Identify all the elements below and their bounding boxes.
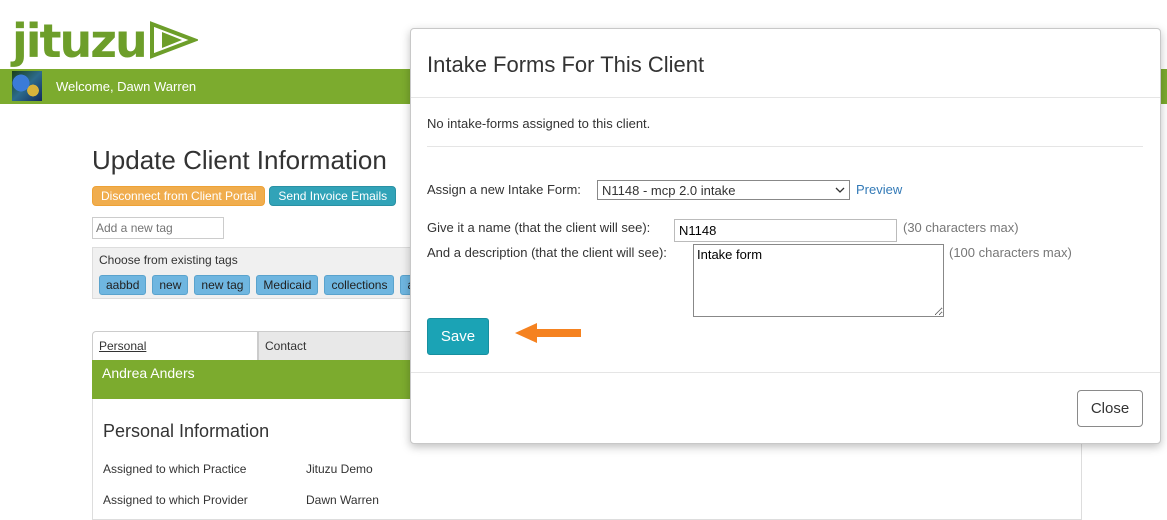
description-hint: (100 characters max) <box>949 245 1072 260</box>
no-forms-message: No intake-forms assigned to this client. <box>427 116 651 131</box>
tag-item[interactable]: aabbd <box>99 275 147 295</box>
intake-forms-modal: Intake Forms For This Client No intake-f… <box>410 28 1161 444</box>
assign-form-label: Assign a new Intake Form: <box>427 182 581 197</box>
page-title: Update Client Information <box>92 145 387 175</box>
name-hint: (30 characters max) <box>903 220 1019 235</box>
intake-form-select[interactable]: N1148 - mcp 2.0 intake <box>597 180 850 200</box>
chevron-down-icon <box>835 187 845 193</box>
play-logo-icon <box>149 21 198 59</box>
tag-item[interactable]: new tag <box>194 275 251 295</box>
tag-item[interactable]: new <box>152 275 189 295</box>
description-label: And a description (that the client will … <box>427 245 667 260</box>
existing-tags-box: Choose from existing tags aabbd new new … <box>92 247 424 299</box>
info-label: Assigned to which Practice <box>103 462 247 476</box>
modal-footer-divider <box>411 372 1160 373</box>
modal-header: Intake Forms For This Client <box>411 29 1160 98</box>
logo-text: jituzu <box>12 14 148 68</box>
client-name: Andrea Anders <box>102 365 195 381</box>
info-value: Dawn Warren <box>306 493 379 507</box>
info-row: Assigned to which Provider Dawn Warren <box>103 493 379 507</box>
send-invoice-emails-button[interactable]: Send Invoice Emails <box>269 186 397 206</box>
new-tag-input[interactable] <box>92 217 224 239</box>
client-name-bar: Andrea Anders <box>92 360 422 399</box>
name-label: Give it a name (that the client will see… <box>427 220 651 235</box>
save-button[interactable]: Save <box>427 318 489 355</box>
info-value: Jituzu Demo <box>306 462 373 476</box>
tag-item[interactable]: collections <box>324 275 395 295</box>
form-name-input[interactable] <box>674 219 897 242</box>
tags-list: aabbd new new tag Medicaid collections a <box>99 275 422 295</box>
preview-link[interactable]: Preview <box>856 182 902 197</box>
welcome-text: Welcome, Dawn Warren <box>56 79 197 94</box>
description-textarea[interactable]: Intake form <box>693 244 944 317</box>
tags-caption: Choose from existing tags <box>99 253 238 267</box>
client-action-buttons: Disconnect from Client Portal Send Invoi… <box>92 186 397 206</box>
tab-personal[interactable]: Personal <box>92 331 258 360</box>
tab-contact-label: Contact <box>265 339 307 353</box>
jituzu-logo[interactable]: jituzu <box>12 4 198 64</box>
left-arrow-icon <box>515 323 581 343</box>
tab-personal-label: Personal <box>99 339 147 353</box>
info-label: Assigned to which Provider <box>103 493 248 507</box>
tag-item[interactable]: Medicaid <box>256 275 319 295</box>
user-avatar[interactable] <box>12 71 42 101</box>
selected-form-text: N1148 - mcp 2.0 intake <box>602 182 736 198</box>
close-button[interactable]: Close <box>1077 390 1143 427</box>
info-row: Assigned to which Practice Jituzu Demo <box>103 462 373 476</box>
modal-title: Intake Forms For This Client <box>427 52 705 77</box>
disconnect-portal-button[interactable]: Disconnect from Client Portal <box>92 186 266 206</box>
divider <box>427 146 1143 147</box>
personal-info-title: Personal Information <box>103 421 270 441</box>
